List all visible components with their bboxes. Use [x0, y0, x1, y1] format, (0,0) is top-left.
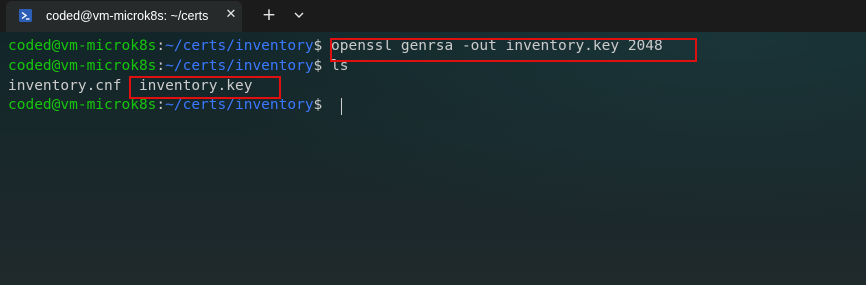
prompt-user: coded@vm-microk8s — [8, 58, 157, 74]
close-icon[interactable]: ✕ — [224, 7, 238, 23]
prompt-dollar: $ — [313, 97, 323, 113]
terminal-window: coded@vm-microk8s: ~/certs ✕ + coded@vm-… — [0, 0, 866, 285]
chevron-down-icon[interactable] — [289, 5, 309, 25]
highlight-box-command — [330, 38, 697, 62]
terminal-body[interactable]: coded@vm-microk8s:~/certs/inventory$ ope… — [0, 32, 866, 285]
title-bar: coded@vm-microk8s: ~/certs ✕ + — [0, 0, 866, 32]
terminal-line-2: coded@vm-microk8s:~/certs/inventory$ ls — [8, 57, 348, 76]
prompt-separator: : — [156, 58, 166, 74]
prompt-dollar: $ — [313, 58, 323, 74]
prompt-user: coded@vm-microk8s — [8, 38, 157, 54]
prompt-separator: : — [156, 38, 166, 54]
text-cursor — [341, 98, 342, 115]
highlight-box-output — [129, 76, 281, 99]
prompt-path: ~/certs/inventory — [165, 97, 314, 113]
prompt-user: coded@vm-microk8s — [8, 97, 157, 113]
prompt-path: ~/certs/inventory — [165, 38, 314, 54]
command-text — [322, 97, 331, 113]
prompt-dollar: $ — [313, 38, 323, 54]
tab-title: coded@vm-microk8s: ~/certs — [46, 9, 209, 23]
terminal-tab[interactable]: coded@vm-microk8s: ~/certs ✕ — [6, 1, 242, 32]
new-tab-button[interactable]: + — [259, 5, 279, 25]
prompt-path: ~/certs/inventory — [165, 58, 314, 74]
prompt-separator: : — [156, 97, 166, 113]
powershell-icon — [19, 9, 32, 22]
